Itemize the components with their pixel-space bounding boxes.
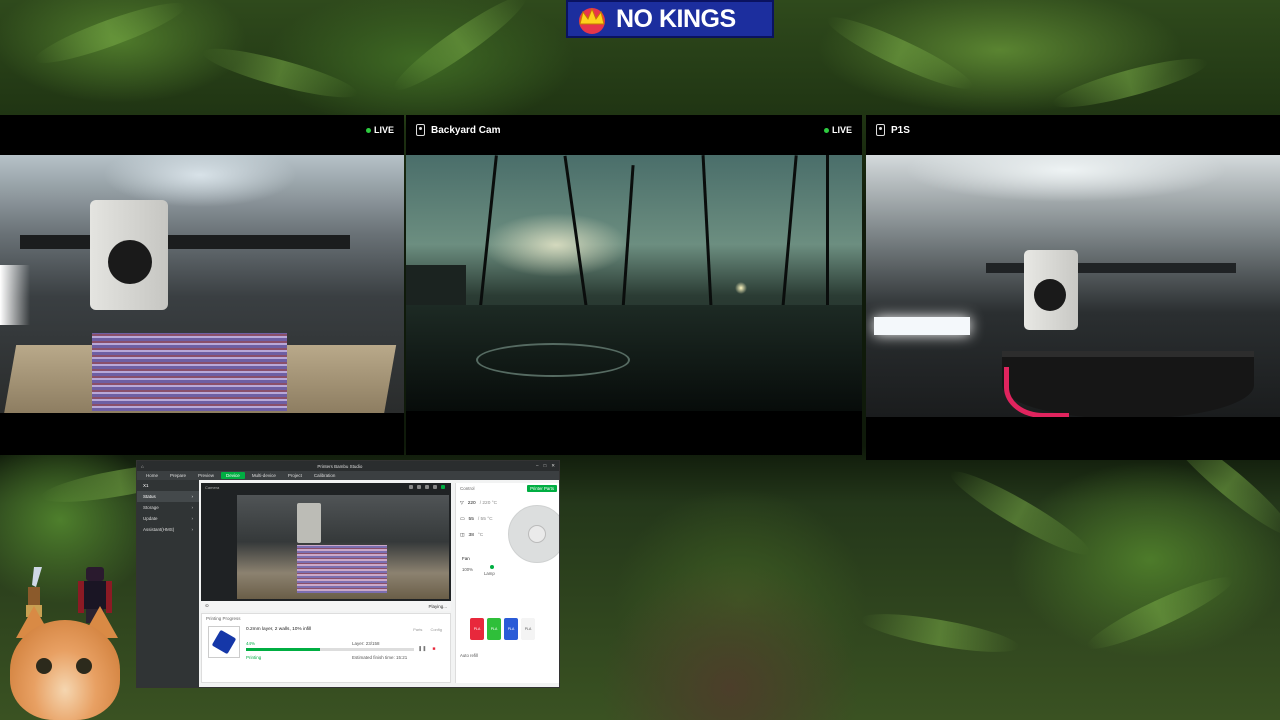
model-thumbnail xyxy=(208,626,240,658)
camera-footer: ⊙ Playing... xyxy=(201,601,451,611)
sidebar-item-storage[interactable]: Storage › xyxy=(137,502,199,513)
bambu-studio-window: ⌂ Printers Bambu Studio – □ ✕ Home Prepa… xyxy=(136,460,560,688)
ams-slot-4[interactable]: PLA xyxy=(521,618,535,640)
progress-fill xyxy=(246,648,320,651)
live-indicator: LIVE xyxy=(365,125,394,135)
chevron-right-icon: › xyxy=(191,505,194,510)
home-axis-button[interactable] xyxy=(528,525,546,543)
config-button[interactable]: Config xyxy=(430,627,442,632)
camera-icon xyxy=(876,124,885,136)
layer-count: Layer: 23/158 xyxy=(352,641,380,646)
camera-toolbar xyxy=(409,485,445,489)
playing-status: Playing... xyxy=(428,603,447,609)
kitten-overlay xyxy=(0,600,128,720)
printing-progress: Printing Progress 0.2mm layer, 2 walls, … xyxy=(201,613,451,683)
no-kings-banner: NO KINGS xyxy=(566,0,774,38)
p1s-feed xyxy=(866,155,1280,417)
lamp-icon xyxy=(490,565,494,569)
timelapse-icon[interactable] xyxy=(417,485,421,489)
printer-feed-left xyxy=(0,155,404,413)
printer-parts-button[interactable]: Printer Parts xyxy=(527,485,557,492)
job-name: 0.2mm layer, 2 walls, 10% infill xyxy=(246,627,312,632)
device-sidebar: X1 Status › Storage › Update › Assistant(HM… xyxy=(137,480,199,687)
live-dot-icon xyxy=(823,127,829,133)
camera-icon xyxy=(416,124,425,136)
cam-title: Backyard Cam xyxy=(431,124,501,136)
record-icon[interactable] xyxy=(409,485,413,489)
ams-slot-3[interactable]: PLA xyxy=(504,618,518,640)
progress-title: Printing Progress xyxy=(206,616,241,621)
settings-icon[interactable] xyxy=(433,485,437,489)
ams-slot-2[interactable]: PLA xyxy=(487,618,501,640)
tab-project[interactable]: Project xyxy=(283,472,307,479)
finish-time: Estimated finish time: 15:21 xyxy=(352,655,408,660)
live-status-icon xyxy=(441,485,445,489)
ams-slots: PLA PLA PLA PLA xyxy=(470,618,535,640)
p1s-cam: P1S xyxy=(866,115,1280,460)
chevron-right-icon: › xyxy=(191,516,194,521)
auto-refill-toggle[interactable]: Auto refill xyxy=(460,653,478,658)
bed-temp[interactable]: ▭ 55/ 55 °C xyxy=(460,517,493,522)
nozzle-temp[interactable]: ▽ 220/ 220 °C xyxy=(460,501,497,506)
bed-icon: ▭ xyxy=(460,517,465,522)
tab-home[interactable]: Home xyxy=(141,472,163,479)
tab-multi-device[interactable]: Multi-device xyxy=(247,472,281,479)
tab-device[interactable]: Device xyxy=(221,472,245,479)
pause-icon[interactable]: ❚❚ xyxy=(418,646,426,652)
crown-icon xyxy=(568,2,616,36)
backyard-feed xyxy=(406,155,862,411)
cube-icon xyxy=(211,629,237,655)
minimize-icon[interactable]: – xyxy=(536,463,539,469)
lamp-toggle[interactable]: Lamp xyxy=(484,571,495,576)
chamber-icon: ◫ xyxy=(460,533,465,538)
control-title: Control xyxy=(460,486,475,491)
speed-value[interactable]: 100% xyxy=(462,567,473,572)
progress-bar xyxy=(246,648,414,651)
parts-button[interactable]: Parts xyxy=(413,627,422,632)
chevron-right-icon: › xyxy=(191,527,194,532)
backyard-cam: Backyard Cam LIVE xyxy=(406,115,862,455)
maximize-icon[interactable]: □ xyxy=(543,463,546,469)
camera-pane: Camera xyxy=(201,483,451,601)
sidebar-item-status[interactable]: Status › xyxy=(137,491,199,502)
printer-cam-left: LIVE xyxy=(0,115,404,455)
close-icon[interactable]: ✕ xyxy=(551,463,555,469)
banner-text: NO KINGS xyxy=(616,4,736,33)
progress-percent: 44% xyxy=(246,641,256,646)
nozzle-icon: ▽ xyxy=(460,501,464,506)
axis-control-pad[interactable] xyxy=(508,505,559,563)
fan-label[interactable]: Fan xyxy=(462,556,470,561)
chevron-right-icon: › xyxy=(191,494,194,499)
chamber-temp: ◫ 38 °C xyxy=(460,533,484,538)
control-pane: Control Printer Parts ▽ 220/ 220 °C ▭ 55… xyxy=(455,483,559,683)
camera-label: Camera xyxy=(205,485,220,490)
cam-title: P1S xyxy=(891,124,910,136)
print-state: Printing xyxy=(246,655,262,660)
snapshot-icon[interactable] xyxy=(425,485,429,489)
app-tab-bar: Home Prepare Preview Device Multi-device… xyxy=(137,471,559,480)
home-icon[interactable]: ⌂ xyxy=(141,464,144,469)
window-titlebar: ⌂ Printers Bambu Studio – □ ✕ xyxy=(137,461,559,471)
window-title: Printers Bambu Studio xyxy=(317,463,363,469)
stop-icon[interactable]: ⊙ xyxy=(205,603,209,609)
stop-print-icon[interactable]: ■ xyxy=(432,646,435,652)
tab-preview[interactable]: Preview xyxy=(193,472,219,479)
printer-selector[interactable]: X1 xyxy=(137,480,199,491)
live-indicator: LIVE xyxy=(823,125,852,135)
live-dot-icon xyxy=(365,127,371,133)
sidebar-item-assistant[interactable]: Assistant(HMS) › xyxy=(137,524,199,535)
tab-prepare[interactable]: Prepare xyxy=(165,472,191,479)
camera-feed xyxy=(237,495,449,599)
tab-calibration[interactable]: Calibration xyxy=(309,472,341,479)
ams-slot-1[interactable]: PLA xyxy=(470,618,484,640)
sidebar-item-update[interactable]: Update › xyxy=(137,513,199,524)
